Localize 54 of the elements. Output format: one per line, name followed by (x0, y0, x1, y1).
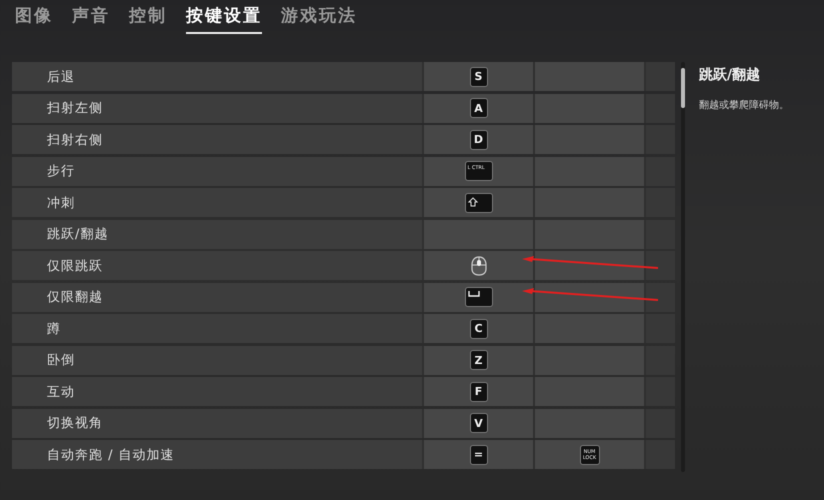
key-cap: S (470, 66, 488, 86)
shift-key-icon (464, 192, 492, 212)
action-label: 互动 (46, 384, 75, 400)
action-label: 扫射左侧 (46, 100, 103, 117)
action-label: 仅限跳跃 (46, 258, 103, 274)
mouse-icon (470, 256, 486, 276)
table-cell (646, 251, 675, 280)
binding-slot[interactable] (424, 188, 533, 217)
action-label: 扫射右侧 (46, 132, 103, 148)
action-label: 冲刺 (46, 194, 75, 212)
binding-row[interactable]: 卧倒 Z (12, 346, 675, 374)
key-cap: C (470, 318, 488, 338)
binding-slot[interactable]: D (424, 125, 533, 154)
binding-slot[interactable]: V (424, 408, 533, 438)
binding-slot[interactable]: F (424, 377, 533, 406)
binding-slot[interactable]: = (424, 440, 533, 469)
tab[interactable]: 按键设置 (186, 4, 262, 34)
action-label: 仅限翻越 (46, 289, 103, 306)
action-label: 后退 (46, 68, 75, 86)
binding-row[interactable]: 切换视角 V (12, 408, 675, 438)
key-cap: V (470, 413, 488, 433)
binding-slot[interactable]: Z (424, 346, 533, 374)
tab[interactable]: 游戏玩法 (281, 4, 357, 32)
key-cap: F (470, 382, 488, 402)
tab[interactable]: 声音 (72, 4, 110, 32)
binding-row[interactable]: 冲刺 (12, 188, 675, 217)
action-label: 跳跃/翻越 (46, 226, 108, 243)
binding-slot[interactable]: S (424, 62, 533, 91)
space-key-icon (464, 287, 492, 307)
action-label: 蹲 (46, 320, 61, 338)
binding-row[interactable]: 互动 F (12, 377, 675, 406)
table-cell (646, 282, 675, 312)
binding-row[interactable]: 仅限跳跃 (12, 251, 675, 280)
key-cap: D (470, 130, 488, 150)
binding-slot[interactable] (424, 251, 533, 280)
tab[interactable]: 图像 (15, 4, 53, 32)
binding-slot[interactable]: C (424, 314, 533, 343)
key-cap: Z (470, 350, 488, 370)
action-label: 自动奔跑 / 自动加速 (46, 446, 175, 464)
binding-row[interactable]: 仅限翻越 (12, 282, 675, 312)
key-cap: = (470, 444, 488, 464)
binding-row[interactable]: 后退 S (12, 62, 675, 91)
key-cap: A (470, 98, 488, 118)
detail-title: 跳跃/翻越 (699, 66, 762, 84)
action-label: 卧倒 (46, 352, 75, 369)
binding-row[interactable]: 蹲 C (12, 314, 675, 343)
binding-row[interactable]: 扫射右侧 D (12, 125, 675, 154)
action-label: 步行 (46, 163, 75, 180)
binding-row[interactable]: 扫射左侧 A (12, 94, 675, 122)
detail-description: 翻越或攀爬障碍物。 (699, 98, 789, 112)
action-label: 切换视角 (46, 415, 103, 432)
binding-slot[interactable] (424, 282, 533, 312)
binding-slot[interactable]: A (424, 94, 533, 122)
tab[interactable]: 控制 (129, 4, 167, 32)
